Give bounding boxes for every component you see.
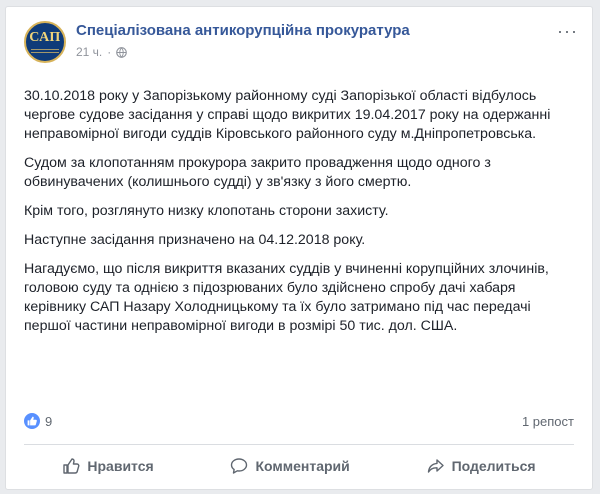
- repost-count-link[interactable]: 1 репост: [522, 414, 574, 429]
- post-timestamp[interactable]: 21 ч.: [76, 45, 102, 59]
- meta-separator: ·: [107, 45, 112, 59]
- avatar-abbreviation: САП: [29, 30, 61, 45]
- more-options-icon[interactable]: ···: [557, 22, 578, 40]
- thumbs-up-icon: [63, 458, 80, 474]
- post-paragraph: Нагадуємо, що після викриття вказаних су…: [24, 261, 549, 334]
- page-name-link[interactable]: Спеціалізована антикорупційна прокуратур…: [76, 22, 410, 39]
- post-body: 30.10.2018 року у Запорізькому районному…: [24, 87, 580, 346]
- avatar-logo-lines: [31, 47, 59, 53]
- like-reaction-icon: [24, 413, 40, 429]
- like-count: 9: [45, 413, 53, 429]
- globe-icon: [116, 46, 128, 58]
- share-button-label: Поделиться: [451, 458, 536, 474]
- comment-button-label: Комментарий: [255, 458, 350, 474]
- share-button[interactable]: Поделиться: [427, 457, 536, 475]
- post-header: САП Спеціалізована антикорупційна прокур…: [24, 21, 580, 73]
- comment-icon: [231, 458, 248, 474]
- post-actions-bar: Нравится Комментарий Поделиться: [24, 448, 574, 484]
- post-paragraph: 30.10.2018 року у Запорізькому районному…: [24, 88, 551, 142]
- actions-divider: [24, 444, 574, 445]
- page-avatar[interactable]: САП: [24, 21, 66, 63]
- post-meta: 21 ч. ·: [76, 45, 128, 59]
- like-button[interactable]: Нравится: [62, 457, 154, 475]
- post-card: САП Спеціалізована антикорупційна прокур…: [5, 6, 593, 490]
- comment-button[interactable]: Комментарий: [230, 457, 350, 475]
- like-button-label: Нравится: [87, 458, 154, 474]
- post-stats: 9 1 репост: [24, 409, 574, 433]
- share-icon: [427, 459, 444, 473]
- post-paragraph: Наступне засідання призначено на 04.12.2…: [24, 232, 366, 248]
- reactions-summary[interactable]: 9: [24, 413, 52, 429]
- post-paragraph: Крім того, розглянуто низку клопотань ст…: [24, 203, 389, 219]
- post-paragraph: Судом за клопотанням прокурора закрито п…: [24, 155, 491, 190]
